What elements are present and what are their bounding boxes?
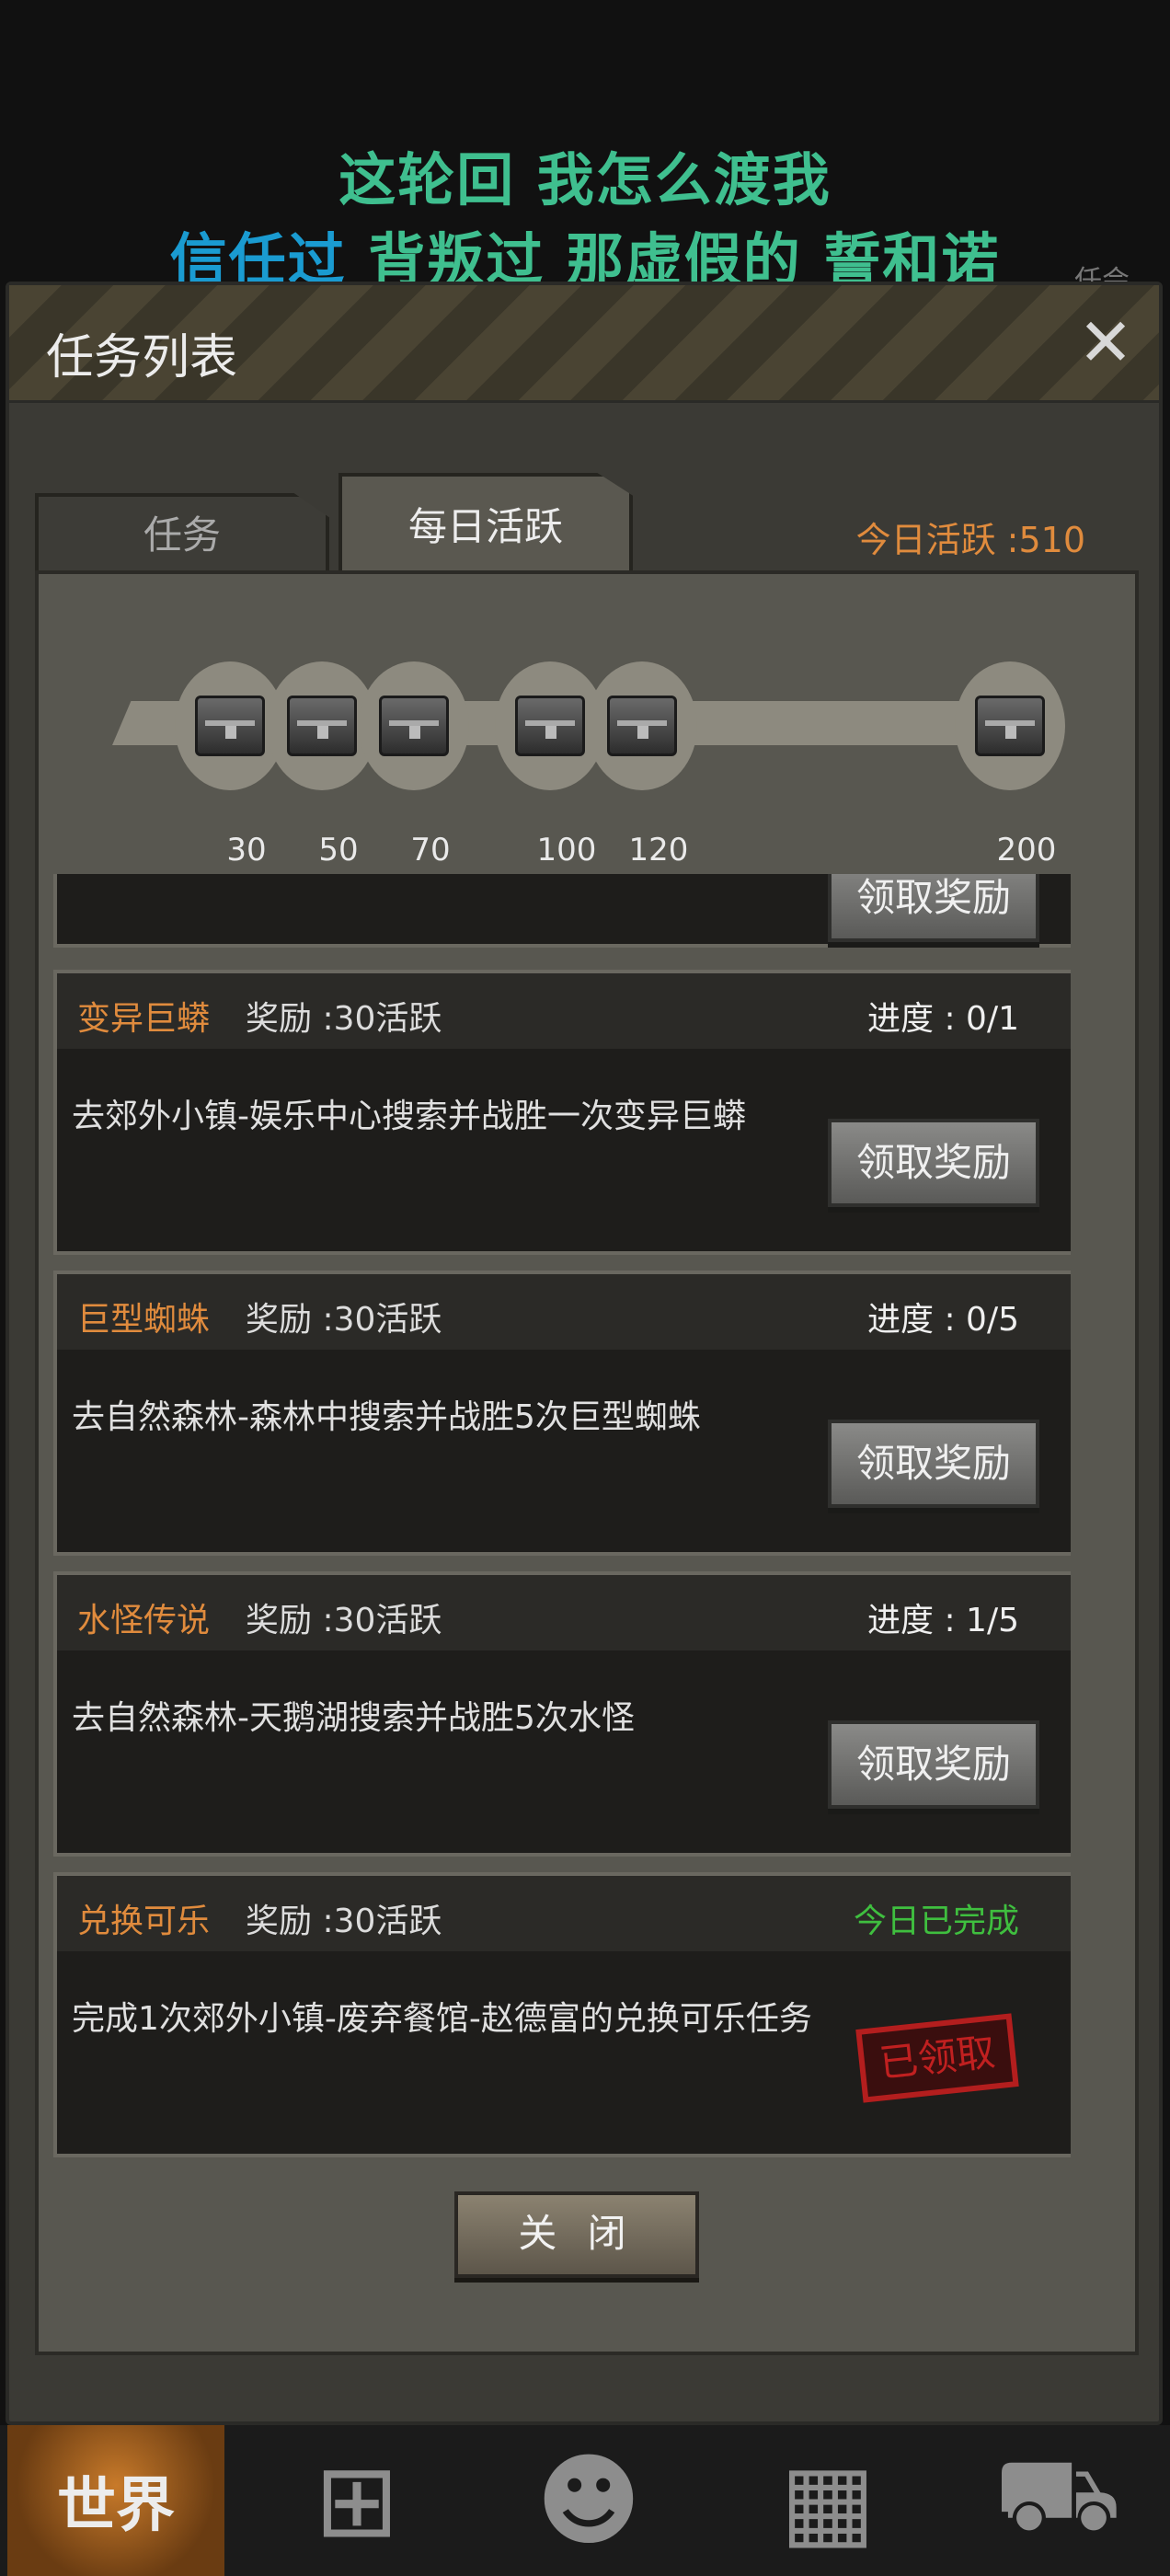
milestone-label: 70	[410, 832, 451, 868]
nav-phone[interactable]: ▦	[717, 2425, 938, 2576]
task-reward: 奖励 :30活跃	[246, 1602, 442, 1639]
nav-world-label: 世界	[57, 2472, 175, 2540]
task-card-header: 变异巨蟒 奖励 :30活跃 进度 : 0/1	[57, 973, 1071, 1049]
nav-shop[interactable]: ⛟	[947, 2425, 1168, 2576]
task-name: 兑换可乐	[77, 1903, 211, 1940]
milestone-label: 120	[628, 832, 689, 868]
task-name: 水怪传说	[77, 1602, 211, 1639]
task-list[interactable]: 领取奖励 变异巨蟒 奖励 :30活跃 进度 : 0/1 去郊外小镇-娱乐中心搜索…	[22, 874, 1071, 2282]
today-active-count: 今日活跃 :510	[855, 520, 1085, 560]
nav-backpack[interactable]: ⊞	[247, 2425, 467, 2576]
task-card: 水怪传说 奖励 :30活跃 进度 : 1/5 去自然森林-天鹅湖搜索并战胜5次水…	[53, 1571, 1071, 1857]
task-progress: 进度 : 1/5	[867, 1602, 1019, 1639]
backpack-icon: ⊞	[314, 2442, 400, 2559]
task-description: 去自然森林-天鹅湖搜索并战胜5次水怪	[72, 1699, 635, 1737]
chest-icon	[515, 696, 585, 756]
claim-reward-button[interactable]: 领取奖励	[828, 1420, 1039, 1508]
task-progress: 进度 : 0/1	[867, 1000, 1019, 1038]
claim-reward-button[interactable]: 领取奖励	[828, 874, 1039, 942]
task-reward: 奖励 :30活跃	[246, 1000, 442, 1038]
task-progress: 今日已完成	[853, 1903, 1019, 1940]
panel-title: 任务列表	[46, 330, 238, 385]
bottom-nav: 世界 ⊞ ☻ ▦ ⛟	[0, 2425, 1170, 2576]
task-list-panel: 任务列表 ✕ 任务 每日活跃 今日活跃 :510 30 50 70 100 12…	[6, 282, 1163, 2425]
task-reward: 奖励 :30活跃	[246, 1903, 442, 1940]
reward-chest-120[interactable]	[587, 661, 697, 790]
task-card-header: 水怪传说 奖励 :30活跃 进度 : 1/5	[57, 1575, 1071, 1650]
task-card-header: 巨型蜘蛛 奖励 :30活跃 进度 : 0/5	[57, 1274, 1071, 1350]
task-description: 去自然森林-森林中搜索并战胜5次巨型蜘蛛	[72, 1398, 701, 1436]
chest-icon	[287, 696, 357, 756]
close-button[interactable]: 关 闭	[454, 2191, 699, 2278]
task-description: 去郊外小镇-娱乐中心搜索并战胜一次变异巨蟒	[72, 1098, 746, 1135]
cart-icon: ⛟	[993, 2434, 1122, 2553]
task-progress: 进度 : 0/5	[867, 1301, 1019, 1339]
nav-world[interactable]: 世界	[7, 2425, 224, 2576]
reward-chest-200[interactable]	[955, 661, 1065, 790]
tab-tasks[interactable]: 任务	[35, 493, 329, 574]
tab-daily-active[interactable]: 每日活跃	[338, 473, 633, 576]
task-name: 巨型蜘蛛	[77, 1301, 211, 1339]
task-card-header: 兑换可乐 奖励 :30活跃 今日已完成	[57, 1876, 1071, 1951]
task-name: 变异巨蟒	[77, 1000, 211, 1038]
lyric-line-1: 这轮回 我怎么渡我	[338, 146, 832, 213]
task-description: 完成1次郊外小镇-废弃餐馆-赵德富的兑换可乐任务	[72, 2000, 812, 2038]
close-icon[interactable]: ✕	[1072, 309, 1139, 375]
claim-reward-button[interactable]: 领取奖励	[828, 1720, 1039, 1809]
task-card-partial: 领取奖励	[53, 874, 1071, 948]
chest-icon	[607, 696, 677, 756]
nav-character[interactable]: ☻	[478, 2425, 699, 2576]
character-icon: ☻	[535, 2442, 642, 2559]
panel-header: 任务列表 ✕	[9, 285, 1159, 403]
task-reward: 奖励 :30活跃	[246, 1301, 442, 1339]
claimed-stamp: 已领取	[855, 2013, 1019, 2103]
task-card: 兑换可乐 奖励 :30活跃 今日已完成 完成1次郊外小镇-废弃餐馆-赵德富的兑换…	[53, 1872, 1071, 2157]
chest-icon	[975, 696, 1045, 756]
task-card: 变异巨蟒 奖励 :30活跃 进度 : 0/1 去郊外小镇-娱乐中心搜索并战胜一次…	[53, 970, 1071, 1255]
reward-chest-70[interactable]	[359, 661, 469, 790]
phone-icon: ▦	[780, 2442, 876, 2559]
claim-reward-button[interactable]: 领取奖励	[828, 1119, 1039, 1207]
task-card: 巨型蜘蛛 奖励 :30活跃 进度 : 0/5 去自然森林-森林中搜索并战胜5次巨…	[53, 1271, 1071, 1556]
chest-icon	[195, 696, 265, 756]
milestone-label: 200	[996, 832, 1057, 868]
chest-icon	[379, 696, 449, 756]
